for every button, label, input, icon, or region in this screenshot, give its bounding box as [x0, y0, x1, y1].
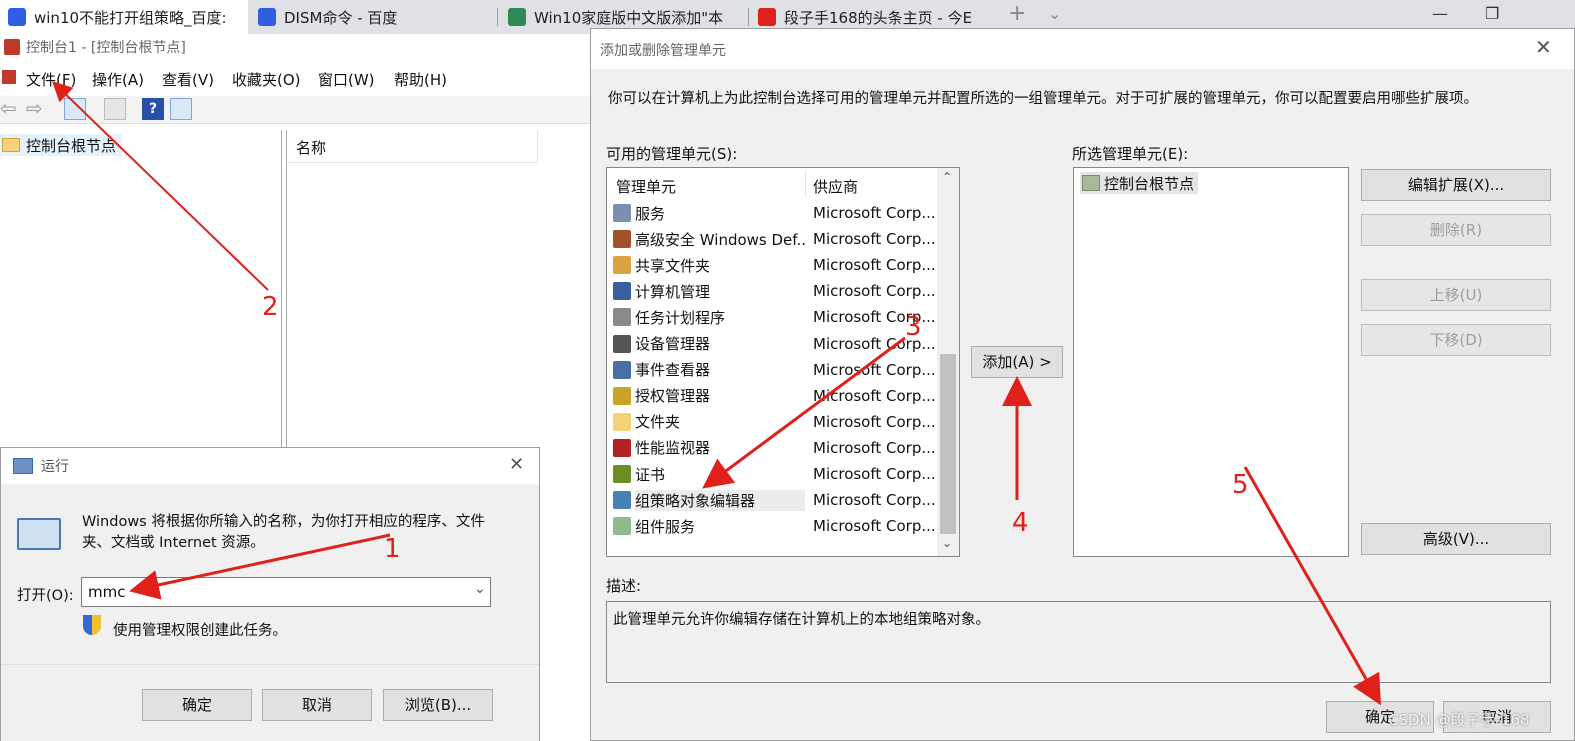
csdn-watermark: CSDN @段子手-168 [1388, 711, 1530, 729]
arrow-3 [702, 336, 906, 489]
arrow-1 [129, 533, 391, 600]
annotation-arrows [52, 81, 1381, 706]
annotation-label-5: 5 [1232, 470, 1249, 500]
arrow-2 [52, 81, 269, 291]
annotation-label-4: 4 [1012, 508, 1029, 538]
arrow-5 [1243, 466, 1381, 706]
annotation-label-3: 3 [905, 312, 922, 342]
annotation-label-1: 1 [384, 534, 401, 564]
annotation-label-2: 2 [262, 292, 279, 322]
